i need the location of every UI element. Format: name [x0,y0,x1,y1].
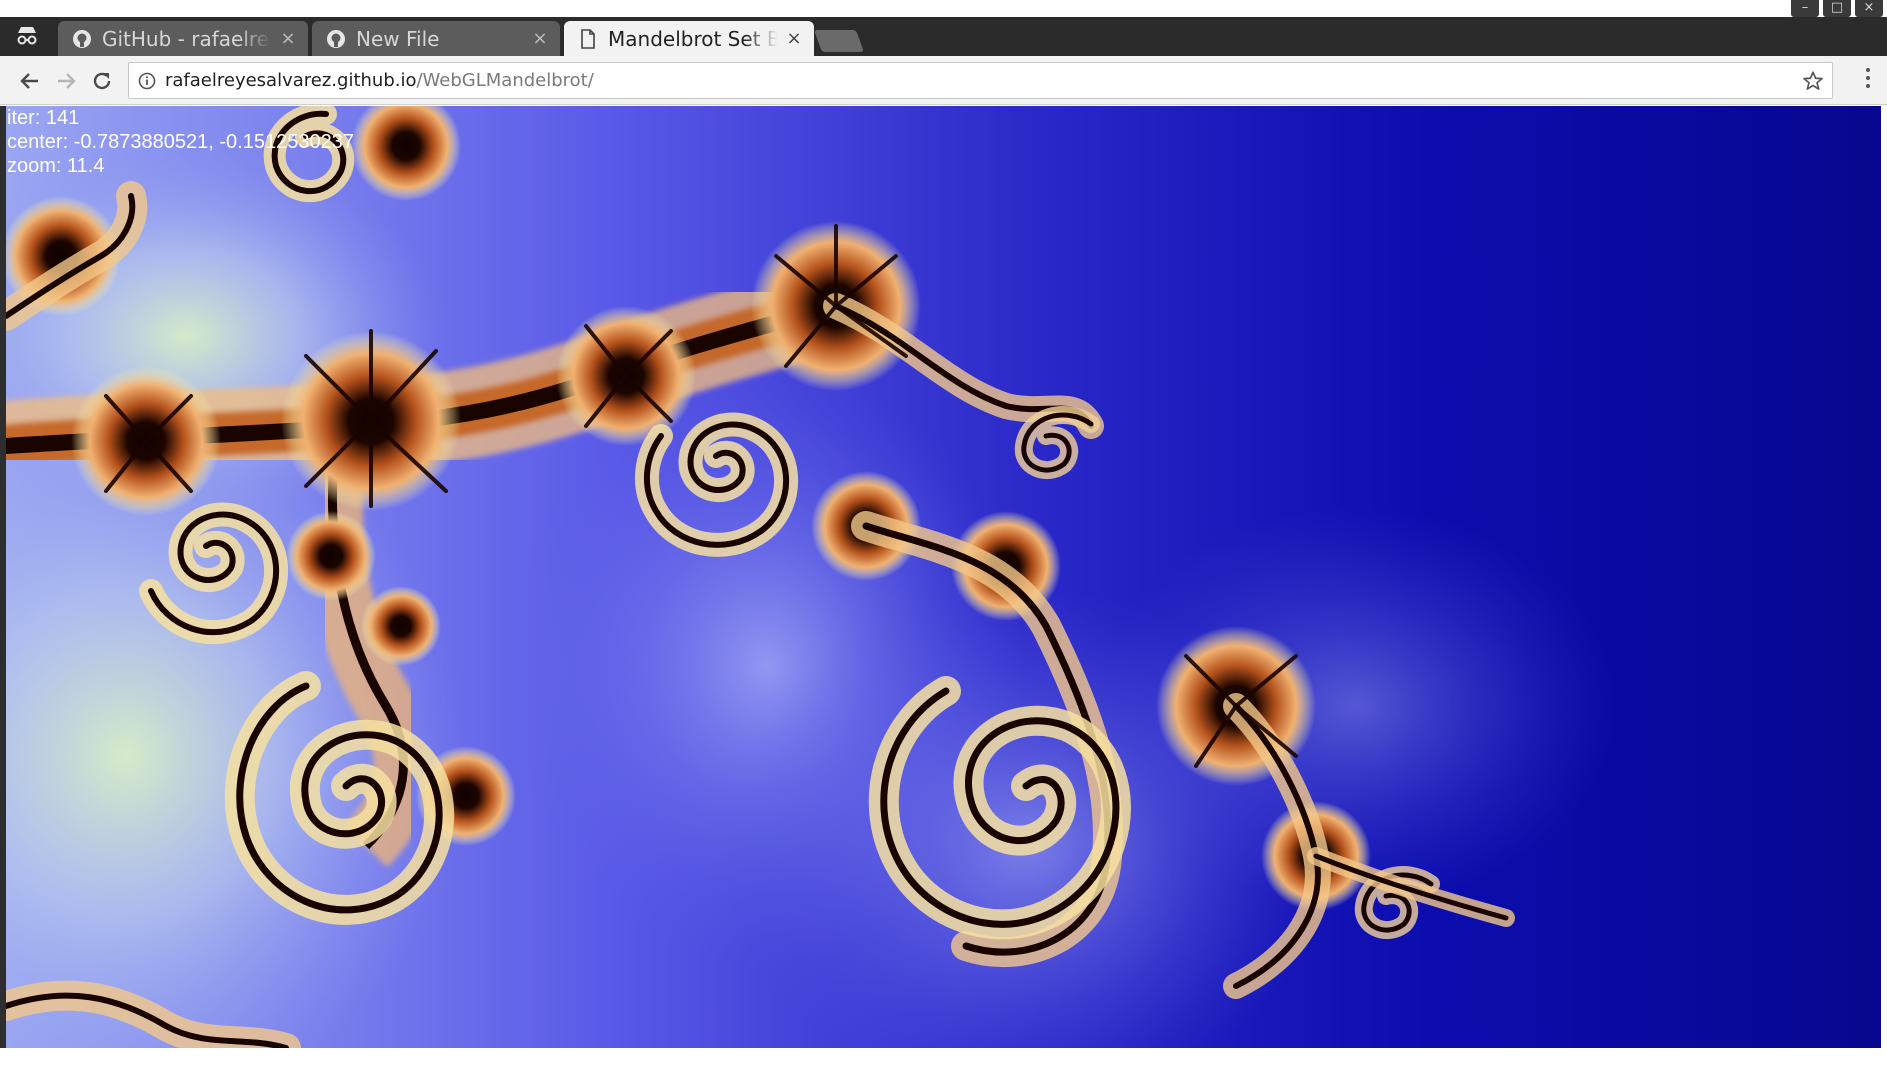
window-top-strip: – □ × [0,0,1887,17]
tab-new-file[interactable]: New File × [312,21,560,56]
info-icon[interactable] [129,72,165,90]
close-window-button[interactable]: × [1855,0,1883,17]
iteration-count: iter: 141 [7,107,80,129]
url-text: rafaelreyesalvarez.github.io/WebGLMandel… [165,70,594,91]
minimize-button[interactable]: – [1791,0,1819,17]
window-controls: – □ × [1791,0,1887,17]
close-tab-icon[interactable]: × [278,28,298,49]
menu-icon[interactable] [1865,68,1871,88]
mandelbrot-fractal-render[interactable] [6,106,1881,1048]
browser-toolbar: rafaelreyesalvarez.github.io/WebGLMandel… [0,56,1887,105]
tab-github-rafaelreyesalvarez[interactable]: GitHub - rafaelreyesalvarez × [58,21,308,56]
mandelbrot-canvas[interactable]: iter: 141 center: -0.7873880521, -0.1512… [6,106,1881,1048]
bookmark-star-icon[interactable] [1802,70,1824,96]
tab-title: GitHub - rafaelreyesalvarez [102,26,272,51]
fractal-stats-overlay: iter: 141 center: -0.7873880521, -0.1512… [7,106,354,178]
address-bar[interactable]: rafaelreyesalvarez.github.io/WebGLMandel… [128,62,1833,99]
url-path: /WebGLMandelbrot/ [416,70,594,91]
new-tab-button[interactable] [813,30,865,52]
page-icon [578,28,598,49]
center-coordinates: center: -0.7873880521, -0.1512530237 [7,131,354,153]
zoom-level: zoom: 11.4 [7,155,105,177]
close-tab-icon[interactable]: × [530,28,550,49]
incognito-icon [12,25,42,51]
tab-bar: GitHub - rafaelreyesalvarez × New File ×… [0,17,1887,56]
tab-mandelbrot-set-browser[interactable]: Mandelbrot Set Browser × [564,21,814,56]
close-tab-icon[interactable]: × [784,28,804,49]
forward-arrow-icon[interactable] [50,65,82,97]
back-arrow-icon[interactable] [14,65,46,97]
url-host: rafaelreyesalvarez.github.io [165,70,417,91]
github-icon [72,29,92,49]
reload-icon[interactable] [86,65,118,97]
github-icon [326,29,346,49]
tab-title: New File [356,26,440,51]
tab-title: Mandelbrot Set Browser [608,26,778,51]
maximize-button[interactable]: □ [1823,0,1851,17]
window-bottom-strip [0,1048,1887,1065]
